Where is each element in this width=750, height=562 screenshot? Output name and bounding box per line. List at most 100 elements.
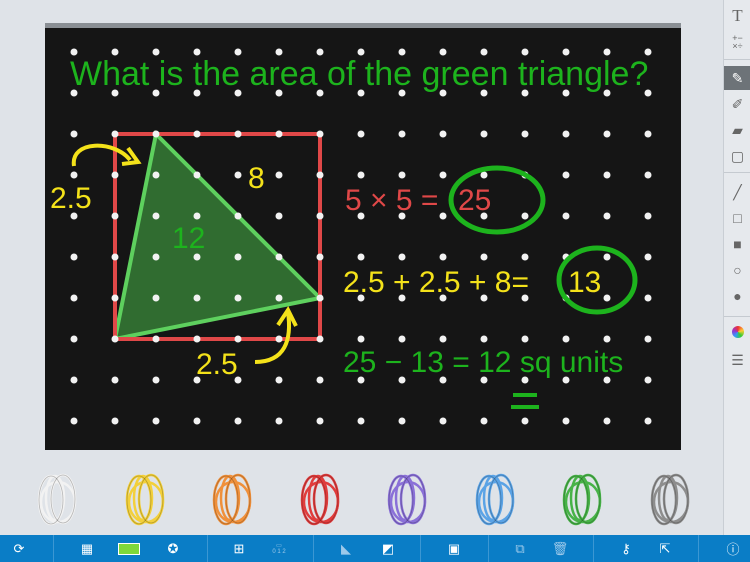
band-orange[interactable] xyxy=(208,472,258,527)
peg[interactable] xyxy=(193,212,201,220)
band-red[interactable] xyxy=(296,472,346,527)
peg[interactable] xyxy=(152,171,160,179)
share-button[interactable]: ⇱ xyxy=(652,535,678,562)
peg[interactable] xyxy=(275,171,283,179)
peg[interactable] xyxy=(480,130,488,138)
peg[interactable] xyxy=(234,417,242,425)
peg[interactable] xyxy=(480,253,488,261)
peg[interactable] xyxy=(562,212,570,220)
peg[interactable] xyxy=(275,253,283,261)
duplicate-button[interactable]: ⧉ xyxy=(507,535,533,562)
peg[interactable] xyxy=(439,171,447,179)
peg[interactable] xyxy=(152,376,160,384)
peg[interactable] xyxy=(603,335,611,343)
text-tool-button[interactable]: T xyxy=(724,4,750,28)
peg[interactable] xyxy=(357,171,365,179)
peg[interactable] xyxy=(152,130,160,138)
peg[interactable] xyxy=(562,130,570,138)
line-button[interactable]: ╱ xyxy=(724,180,750,204)
geoboard[interactable]: What is the area of the green triangle? … xyxy=(0,0,722,535)
large-grid-button[interactable] xyxy=(116,535,142,562)
peg[interactable] xyxy=(275,212,283,220)
peg[interactable] xyxy=(480,335,488,343)
peg[interactable] xyxy=(316,417,324,425)
peg[interactable] xyxy=(644,253,652,261)
band-white[interactable] xyxy=(33,472,83,527)
peg[interactable] xyxy=(644,376,652,384)
peg[interactable] xyxy=(562,335,570,343)
peg[interactable] xyxy=(275,417,283,425)
band-blue[interactable] xyxy=(471,472,521,527)
delete-button[interactable]: 🗑 xyxy=(547,535,573,562)
peg[interactable] xyxy=(111,212,119,220)
peg[interactable] xyxy=(152,335,160,343)
peg[interactable] xyxy=(439,417,447,425)
peg[interactable] xyxy=(644,212,652,220)
peg[interactable] xyxy=(234,253,242,261)
band-green[interactable] xyxy=(558,472,608,527)
peg[interactable] xyxy=(521,417,529,425)
peg[interactable] xyxy=(439,335,447,343)
band-yellow[interactable] xyxy=(121,472,171,527)
peg[interactable] xyxy=(644,335,652,343)
peg[interactable] xyxy=(439,212,447,220)
peg[interactable] xyxy=(152,417,160,425)
peg[interactable] xyxy=(603,417,611,425)
peg[interactable] xyxy=(193,171,201,179)
peg[interactable] xyxy=(316,212,324,220)
math-symbols-button[interactable]: +− ×÷ xyxy=(724,30,750,54)
peg[interactable] xyxy=(316,130,324,138)
peg[interactable] xyxy=(521,253,529,261)
peg[interactable] xyxy=(70,376,78,384)
peg[interactable] xyxy=(603,212,611,220)
peg[interactable] xyxy=(70,294,78,302)
peg[interactable] xyxy=(152,294,160,302)
peg[interactable] xyxy=(644,294,652,302)
peg[interactable] xyxy=(521,335,529,343)
peg[interactable] xyxy=(111,130,119,138)
peg[interactable] xyxy=(398,253,406,261)
peg[interactable] xyxy=(357,130,365,138)
peg[interactable] xyxy=(234,335,242,343)
peg[interactable] xyxy=(521,130,529,138)
peg[interactable] xyxy=(275,376,283,384)
peg[interactable] xyxy=(70,130,78,138)
peg[interactable] xyxy=(275,294,283,302)
peg[interactable] xyxy=(562,417,570,425)
peg[interactable] xyxy=(111,294,119,302)
peg[interactable] xyxy=(152,253,160,261)
peg[interactable] xyxy=(111,417,119,425)
peg[interactable] xyxy=(234,212,242,220)
small-grid-button[interactable]: ▦ xyxy=(74,535,100,562)
peg[interactable] xyxy=(603,253,611,261)
peg[interactable] xyxy=(111,376,119,384)
peg[interactable] xyxy=(644,130,652,138)
note-button[interactable]: ▢ xyxy=(724,144,750,168)
peg[interactable] xyxy=(644,417,652,425)
peg[interactable] xyxy=(70,417,78,425)
peg[interactable] xyxy=(316,171,324,179)
peg[interactable] xyxy=(357,253,365,261)
peg[interactable] xyxy=(111,335,119,343)
band-purple[interactable] xyxy=(383,472,433,527)
color-picker-button[interactable] xyxy=(724,320,750,344)
peg[interactable] xyxy=(480,171,488,179)
peg[interactable] xyxy=(398,335,406,343)
peg[interactable] xyxy=(111,253,119,261)
menu-button[interactable]: ☰ xyxy=(724,348,750,372)
band-gray[interactable] xyxy=(646,472,696,527)
circle-button[interactable]: ○ xyxy=(724,258,750,282)
fill-bands-button[interactable]: ◩ xyxy=(375,535,401,562)
fill-shape-button[interactable]: ◣ xyxy=(333,535,359,562)
peg[interactable] xyxy=(562,171,570,179)
peg[interactable] xyxy=(603,130,611,138)
highlighter-button[interactable]: ▰ xyxy=(724,118,750,142)
peg[interactable] xyxy=(193,417,201,425)
grid-lines-button[interactable]: ⊞ xyxy=(226,535,252,562)
peg[interactable] xyxy=(193,294,201,302)
info-button[interactable]: ⓘ xyxy=(720,535,746,562)
peg[interactable] xyxy=(357,417,365,425)
key-button[interactable]: ⚷ xyxy=(613,535,639,562)
peg[interactable] xyxy=(70,253,78,261)
peg[interactable] xyxy=(480,417,488,425)
